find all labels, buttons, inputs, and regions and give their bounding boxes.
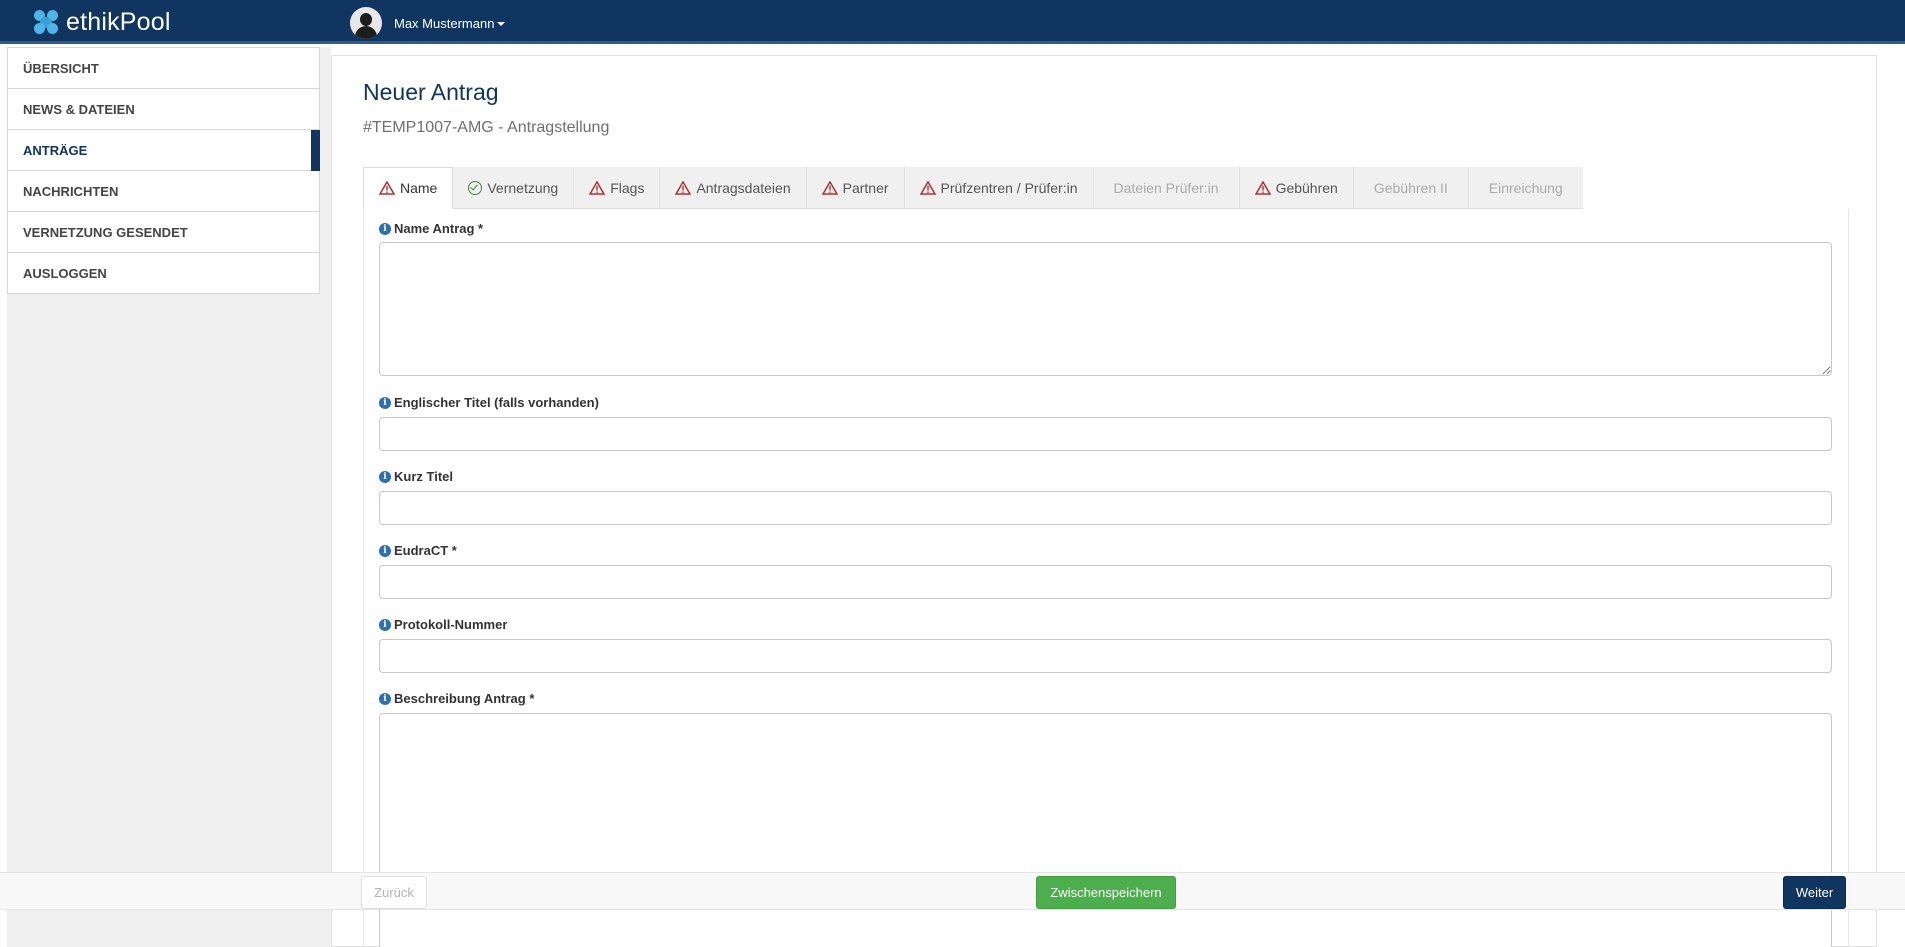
tab-antragsdateien[interactable]: Antragsdateien	[660, 167, 807, 208]
sidebar-item-ausloggen[interactable]: AUSLOGGEN	[8, 253, 319, 294]
beschreibung-antrag-label: i Beschreibung Antrag *	[379, 691, 534, 706]
user-menu[interactable]: Max Mustermann	[350, 7, 506, 39]
eudract-input[interactable]	[379, 565, 1832, 599]
tab-gebuehren[interactable]: Gebühren	[1240, 167, 1354, 208]
tab-flags[interactable]: Flags	[574, 167, 661, 208]
info-icon[interactable]: i	[379, 544, 391, 557]
back-button[interactable]: Zurück	[361, 876, 427, 909]
tab-label: Flags	[610, 179, 645, 196]
tab-name[interactable]: Name	[363, 167, 454, 209]
save-draft-button[interactable]: Zwischenspeichern	[1036, 876, 1176, 909]
tab-label: Dateien Prüfer:in	[1113, 179, 1219, 196]
name-antrag-label: i Name Antrag *	[379, 221, 483, 236]
info-icon[interactable]: i	[379, 396, 391, 409]
page-subtitle: #TEMP1007-AMG - Antragstellung	[363, 119, 610, 136]
kurz-titel-label: i Kurz Titel	[379, 469, 453, 484]
page-edge	[1891, 47, 1905, 947]
tab-pruefzentren[interactable]: Prüfzentren / Prüfer:in	[905, 167, 1094, 208]
warning-icon	[919, 180, 936, 195]
logo[interactable]: ethikPool	[32, 8, 171, 36]
info-icon[interactable]: i	[379, 692, 391, 705]
tab-label: Prüfzentren / Prüfer:in	[940, 179, 1078, 196]
tab-label: Antragsdateien	[696, 179, 791, 196]
info-icon[interactable]: i	[379, 470, 391, 483]
avatar	[350, 7, 382, 39]
main-panel: Neuer Antrag #TEMP1007-AMG - Antragstell…	[331, 55, 1877, 947]
name-antrag-textarea[interactable]	[379, 242, 1832, 376]
wizard-action-bar: Zurück Zwischenspeichern Weiter	[0, 872, 1905, 910]
kurz-titel-input[interactable]	[379, 491, 1832, 525]
tab-label: Name	[400, 180, 438, 196]
sidebar-item-label: NACHRICHTEN	[23, 183, 119, 199]
sidebar-item-label: AUSLOGGEN	[23, 265, 107, 281]
tab-label: Einreichung	[1488, 179, 1563, 196]
wizard-tabs: Name Vernetzung Flags Antragsdateien Par…	[363, 167, 1583, 209]
englischer-titel-input[interactable]	[379, 417, 1832, 451]
app-name: ethikPool	[66, 7, 171, 36]
sidebar-item-label: ÜBERSICHT	[23, 60, 99, 76]
page-title: Neuer Antrag	[363, 79, 499, 105]
check-circle-icon	[468, 180, 483, 195]
tab-label: Partner	[842, 179, 889, 196]
tab-partner[interactable]: Partner	[807, 167, 905, 208]
sidebar-item-nachrichten[interactable]: NACHRICHTEN	[8, 171, 319, 212]
warning-icon	[675, 180, 692, 195]
info-icon[interactable]: i	[379, 618, 391, 631]
tab-dateien-pruefer: Dateien Prüfer:in	[1094, 167, 1240, 208]
next-button[interactable]: Weiter	[1783, 876, 1846, 909]
user-name: Max Mustermann	[394, 15, 495, 31]
sidebar: ÜBERSICHT NEWS & DATEIEN ANTRÄGE NACHRIC…	[7, 47, 320, 294]
tab-vernetzung[interactable]: Vernetzung	[453, 167, 575, 208]
sidebar-item-antraege[interactable]: ANTRÄGE	[8, 130, 320, 171]
ethikpool-logo-icon	[32, 8, 60, 36]
sidebar-item-label: NEWS & DATEIEN	[23, 101, 135, 117]
sidebar-item-vernetzung-gesendet[interactable]: VERNETZUNG GESENDET	[8, 212, 319, 253]
warning-icon	[589, 180, 606, 195]
tab-label: Vernetzung	[487, 179, 559, 196]
sidebar-item-uebersicht[interactable]: ÜBERSICHT	[8, 48, 319, 89]
tab-label: Gebühren II	[1373, 179, 1448, 196]
eudract-label: i EudraCT *	[379, 543, 457, 558]
tab-label: Gebühren	[1275, 179, 1338, 196]
protokoll-nummer-input[interactable]	[379, 639, 1832, 673]
caret-down-icon	[497, 22, 506, 27]
sidebar-item-label: VERNETZUNG GESENDET	[23, 224, 188, 240]
top-navbar: ethikPool Max Mustermann	[0, 0, 1905, 44]
sidebar-item-news-dateien[interactable]: NEWS & DATEIEN	[8, 89, 319, 130]
info-icon[interactable]: i	[379, 222, 391, 235]
warning-icon	[379, 181, 395, 195]
warning-icon	[1254, 180, 1271, 195]
warning-icon	[821, 180, 838, 195]
tab-einreichung: Einreichung	[1469, 167, 1583, 208]
englischer-titel-label: i Englischer Titel (falls vorhanden)	[379, 395, 599, 410]
tab-gebuehren-ii: Gebühren II	[1354, 167, 1469, 208]
sidebar-item-label: ANTRÄGE	[23, 142, 88, 158]
tab-content-name: i Name Antrag * i Englischer Titel (fall…	[363, 209, 1849, 947]
protokoll-nummer-label: i Protokoll-Nummer	[379, 617, 507, 632]
beschreibung-antrag-textarea[interactable]	[379, 713, 1832, 947]
